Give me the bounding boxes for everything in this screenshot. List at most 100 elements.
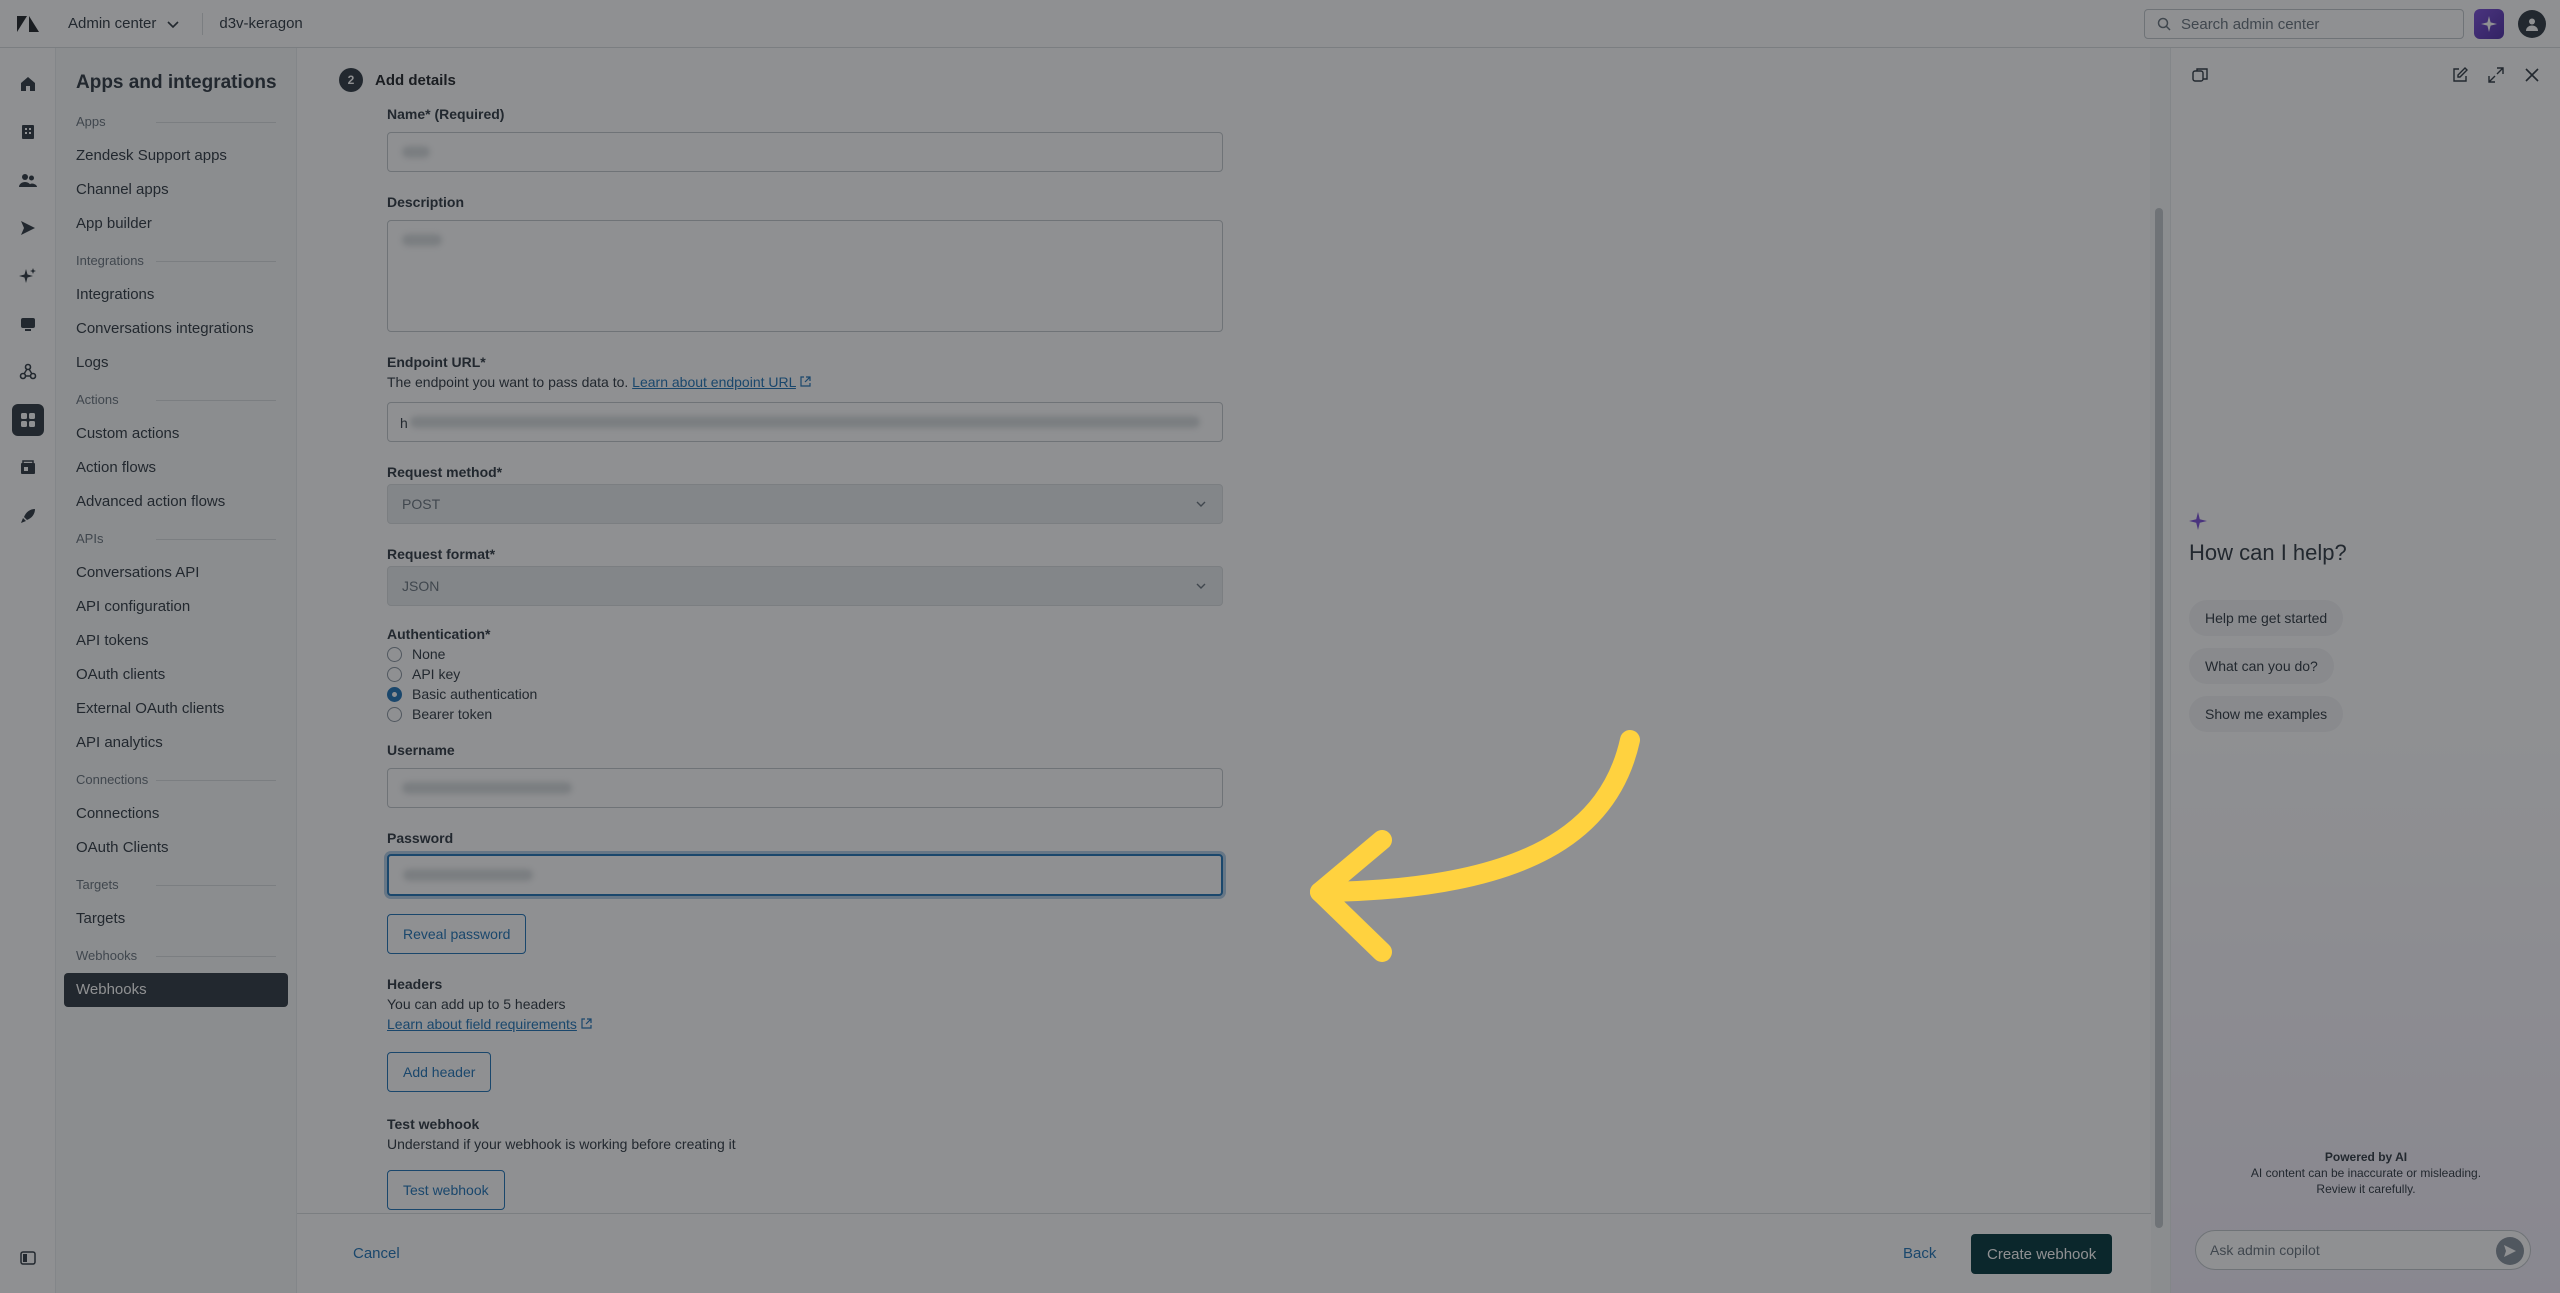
nav-item-oauth-clients[interactable]: OAuth Clients (76, 831, 296, 865)
send-icon (2504, 1245, 2516, 1257)
chip-what-can-you-do[interactable]: What can you do? (2189, 648, 2334, 684)
nav-item-channel-apps[interactable]: Channel apps (76, 173, 296, 207)
nav-item-webhooks[interactable]: Webhooks (64, 973, 288, 1007)
nav-group-title: APIs (76, 531, 276, 546)
new-chat-icon[interactable] (2449, 64, 2471, 86)
nav-group-title: Connections (76, 772, 276, 787)
headers-learn-link[interactable]: Learn about field requirements (387, 1016, 577, 1032)
zendesk-logo-icon[interactable] (0, 0, 56, 48)
channels-icon[interactable] (12, 212, 44, 244)
account-icon[interactable] (12, 452, 44, 484)
method-label: Request method* (387, 464, 503, 480)
method-value: POST (402, 496, 441, 512)
method-select[interactable]: POST (387, 484, 1223, 524)
building-icon[interactable] (12, 116, 44, 148)
workspaces-icon[interactable] (12, 308, 44, 340)
copilot-button[interactable] (2474, 9, 2504, 39)
nav-item-api-tokens[interactable]: API tokens (76, 624, 296, 658)
nav-group: Apps Zendesk Support apps Channel apps App … (76, 114, 296, 241)
radio[interactable] (387, 706, 402, 722)
name-input[interactable] (387, 132, 1223, 172)
auth-option-api-key[interactable]: API key (387, 664, 460, 684)
nav-item-advanced-action-flows[interactable]: Advanced action flows (76, 485, 296, 519)
history-icon[interactable] (2189, 64, 2211, 86)
nav-item-connections[interactable]: Connections (76, 797, 296, 831)
sparkle-icon (2481, 16, 2497, 32)
radio[interactable] (387, 666, 402, 682)
close-icon[interactable] (2521, 64, 2543, 86)
nav-item-oauth-clients[interactable]: OAuth clients (76, 658, 296, 692)
copilot-panel: How can I help? Help me get started What… (2170, 48, 2560, 1293)
send-button[interactable] (2496, 1237, 2524, 1265)
radio[interactable] (387, 646, 402, 662)
test-webhook-button[interactable]: Test webhook (387, 1170, 505, 1210)
nav-item-action-flows[interactable]: Action flows (76, 451, 296, 485)
ai-sparkle-icon[interactable] (12, 260, 44, 292)
people-icon[interactable] (12, 164, 44, 196)
step-number: 2 (339, 68, 363, 92)
nav-item-api-configuration[interactable]: API configuration (76, 590, 296, 624)
nav-group-title: Targets (76, 877, 276, 892)
password-input[interactable] (387, 854, 1223, 896)
nav-group: Integrations Integrations Conversations in… (76, 253, 296, 380)
collapse-icon[interactable] (12, 1242, 44, 1274)
form-footer: Cancel Back Create webhook (297, 1213, 2151, 1293)
nav-group-title: Webhooks (76, 948, 276, 963)
external-link-icon (800, 376, 811, 387)
radio-selected[interactable] (387, 686, 402, 702)
endpoint-prefix: h (400, 415, 408, 431)
back-button[interactable]: Back (1903, 1245, 1936, 1262)
test-label: Test webhook (387, 1116, 480, 1132)
nav-title: Apps and integrations (76, 72, 277, 93)
avatar[interactable] (2518, 10, 2546, 38)
radio-label: None (412, 646, 446, 662)
auth-option-basic[interactable]: Basic authentication (387, 684, 537, 704)
expand-icon[interactable] (2485, 64, 2507, 86)
auth-option-none[interactable]: None (387, 644, 445, 664)
description-textarea[interactable] (387, 220, 1223, 332)
endpoint-input[interactable]: h (387, 402, 1223, 442)
endpoint-learn-link[interactable]: Learn about endpoint URL (632, 374, 796, 390)
nav-item-integrations[interactable]: Integrations (76, 278, 296, 312)
nav-item-api-analytics[interactable]: API analytics (76, 726, 296, 760)
nav-item-custom-actions[interactable]: Custom actions (76, 417, 296, 451)
reveal-password-button[interactable]: Reveal password (387, 914, 527, 954)
nav-group: Actions Custom actions Action flows Advance… (76, 392, 296, 519)
auth-option-bearer[interactable]: Bearer token (387, 704, 492, 724)
chevron-down-icon (1196, 583, 1206, 589)
product-rail (0, 48, 56, 1293)
objects-icon[interactable] (12, 356, 44, 388)
headers-hint: You can add up to 5 headers (387, 996, 566, 1012)
chip-show-examples[interactable]: Show me examples (2189, 696, 2344, 732)
chip-get-started[interactable]: Help me get started (2189, 600, 2344, 636)
nav-item-app-builder[interactable]: App builder (76, 207, 296, 241)
disclaimer-line-1: AI content can be inaccurate or misleadi… (2250, 1166, 2482, 1180)
account-name: d3v-keragon (219, 15, 303, 32)
scrollbar[interactable] (2155, 208, 2163, 1228)
chevron-down-icon (167, 20, 179, 28)
nav-item-conversations-api[interactable]: Conversations API (76, 556, 296, 590)
username-input[interactable] (387, 768, 1223, 808)
apps-icon[interactable] (12, 404, 44, 436)
nav-group-title: Apps (76, 114, 276, 129)
endpoint-label: Endpoint URL* (387, 354, 486, 370)
auth-label: Authentication* (387, 626, 491, 642)
ask-copilot-input[interactable]: Ask admin copilot (2195, 1230, 2531, 1270)
cancel-button[interactable]: Cancel (353, 1245, 400, 1262)
headers-label: Headers (387, 976, 443, 992)
add-header-button[interactable]: Add header (387, 1052, 492, 1092)
search-icon (2157, 17, 2171, 31)
nav-item-logs[interactable]: Logs (76, 346, 296, 380)
format-select[interactable]: JSON (387, 566, 1223, 606)
nav-item-zendesk-support-apps[interactable]: Zendesk Support apps (76, 139, 296, 173)
home-icon[interactable] (12, 68, 44, 100)
nav-item-external-oauth-clients[interactable]: External OAuth clients (76, 692, 296, 726)
nav-item-targets[interactable]: Targets (76, 902, 296, 936)
nav-group-title: Integrations (76, 253, 276, 268)
search-input[interactable]: Search admin center (2144, 9, 2464, 39)
rocket-icon[interactable] (12, 500, 44, 532)
create-webhook-button[interactable]: Create webhook (1971, 1234, 2113, 1274)
user-icon (2526, 18, 2538, 31)
nav-item-conversations-integrations[interactable]: Conversations integrations (76, 312, 296, 346)
product-switcher[interactable]: Admin center (68, 15, 182, 33)
